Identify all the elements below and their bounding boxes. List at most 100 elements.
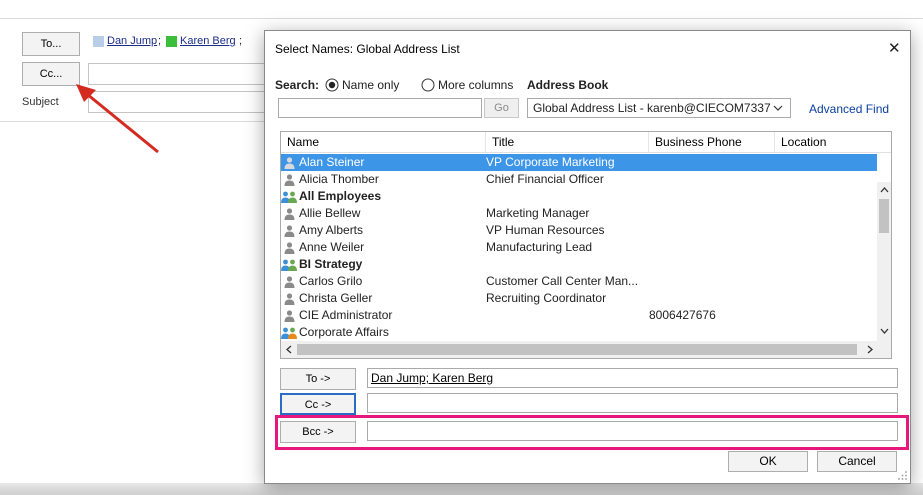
list-row-amy-alberts[interactable]: Amy Alberts VP Human Resources xyxy=(281,222,877,239)
dialog-cc-field[interactable] xyxy=(367,393,898,413)
row-title: Recruiting Coordinator xyxy=(486,291,607,305)
row-name: Alicia Thomber xyxy=(299,172,379,186)
row-name: Corporate Affairs xyxy=(299,325,389,339)
search-label: Search: xyxy=(275,78,320,92)
row-name: Alan Steiner xyxy=(299,155,365,169)
go-button-label: Go xyxy=(494,102,509,114)
list-row-alan-steiner[interactable]: Alan Steiner VP Corporate Marketing xyxy=(281,154,877,171)
list-row-allie-bellew[interactable]: Allie Bellew Marketing Manager xyxy=(281,205,877,222)
recipient-chip-karen[interactable] xyxy=(166,36,177,47)
person-icon xyxy=(284,276,295,288)
row-title: VP Human Resources xyxy=(486,223,605,237)
subject-label: Subject xyxy=(22,96,59,108)
radio-more-columns-label: More columns xyxy=(438,78,514,92)
address-book-label: Address Book xyxy=(527,78,609,92)
row-title: Manufacturing Lead xyxy=(486,240,593,254)
list-row-christa-geller[interactable]: Christa Geller Recruiting Coordinator xyxy=(281,290,877,307)
row-name: CIE Administrator xyxy=(299,308,393,322)
row-title: VP Corporate Marketing xyxy=(486,155,615,169)
bottom-shadow xyxy=(0,483,923,495)
radio-unselected-icon xyxy=(421,78,435,92)
column-header-title[interactable]: Title xyxy=(486,132,649,152)
radio-more-columns[interactable]: More columns xyxy=(421,77,521,93)
row-title: Marketing Manager xyxy=(486,206,590,220)
to-button-label: To... xyxy=(40,38,62,50)
close-icon[interactable]: ✕ xyxy=(888,39,901,57)
person-icon xyxy=(284,208,295,220)
row-name: Allie Bellew xyxy=(299,206,361,220)
person-icon xyxy=(284,225,295,237)
person-icon xyxy=(284,242,295,254)
horizontal-scroll-thumb[interactable] xyxy=(297,344,857,355)
address-book-value: Global Address List - karenb@CIECOM7337 xyxy=(533,101,771,115)
list-row-alicia-thomber[interactable]: Alicia Thomber Chief Financial Officer xyxy=(281,171,877,188)
compose-top-border xyxy=(0,18,923,19)
list-rows: Alan Steiner VP Corporate Marketing Alic… xyxy=(281,154,877,341)
to-field[interactable]: Dan Jump ; Karen Berg ; xyxy=(88,32,268,56)
scroll-left-icon[interactable] xyxy=(285,345,292,354)
column-header-business-phone[interactable]: Business Phone xyxy=(649,132,775,152)
cancel-button-label: Cancel xyxy=(838,454,876,468)
dialog-to-button-label: To -> xyxy=(305,373,331,385)
list-row-cie-administrator[interactable]: CIE Administrator 8006427676 xyxy=(281,307,877,324)
list-row-all-employees[interactable]: All Employees xyxy=(281,188,877,205)
group-orange-icon xyxy=(281,327,297,339)
dialog-to-button[interactable]: To -> xyxy=(280,368,356,390)
recipient-karen-berg[interactable]: Karen Berg xyxy=(180,35,236,47)
person-icon xyxy=(284,310,295,322)
vertical-scrollbar[interactable] xyxy=(877,182,891,341)
dialog-cc-button[interactable]: Cc -> xyxy=(280,393,356,415)
horizontal-scrollbar[interactable] xyxy=(281,341,891,358)
row-name: Anne Weiler xyxy=(299,240,365,254)
dialog-bcc-field[interactable] xyxy=(367,421,898,441)
row-name: BI Strategy xyxy=(299,257,363,271)
to-button[interactable]: To... xyxy=(22,32,80,56)
group-icon xyxy=(281,191,297,203)
row-name: Christa Geller xyxy=(299,291,373,305)
cc-button-label: Cc... xyxy=(39,68,63,80)
row-name: Amy Alberts xyxy=(299,223,364,237)
dialog-to-value[interactable]: Dan Jump; Karen Berg xyxy=(371,371,493,385)
dialog-cc-button-label: Cc -> xyxy=(304,399,332,411)
names-list[interactable]: Name Title Business Phone Location Alan … xyxy=(280,131,892,359)
ok-button-label: OK xyxy=(759,454,777,468)
list-row-anne-weiler[interactable]: Anne Weiler Manufacturing Lead xyxy=(281,239,877,256)
search-input[interactable] xyxy=(278,98,482,118)
list-row-bi-strategy[interactable]: BI Strategy xyxy=(281,256,877,273)
person-icon xyxy=(284,157,295,169)
list-row-carlos-grilo[interactable]: Carlos Grilo Customer Call Center Man... xyxy=(281,273,877,290)
column-header-location[interactable]: Location xyxy=(775,132,891,152)
row-phone: 8006427676 xyxy=(649,308,716,322)
person-icon xyxy=(284,293,295,305)
dialog-title: Select Names: Global Address List xyxy=(275,42,460,56)
scroll-down-icon[interactable] xyxy=(880,328,889,335)
list-row-corporate-affairs[interactable]: Corporate Affairs xyxy=(281,324,877,341)
scroll-right-icon[interactable] xyxy=(867,345,874,354)
ok-button[interactable]: OK xyxy=(728,451,808,472)
dialog-bcc-button[interactable]: Bcc -> xyxy=(280,421,356,443)
cancel-button[interactable]: Cancel xyxy=(817,451,897,472)
resize-grip-icon[interactable] xyxy=(898,471,908,481)
select-names-dialog: Select Names: Global Address List ✕ Sear… xyxy=(264,30,911,484)
vertical-scroll-thumb[interactable] xyxy=(879,199,889,233)
advanced-find-link[interactable]: Advanced Find xyxy=(809,102,889,116)
recipient-chip-dan[interactable] xyxy=(93,36,104,47)
radio-selected-icon xyxy=(325,78,339,92)
row-title: Chief Financial Officer xyxy=(486,172,604,186)
group-icon xyxy=(281,259,297,271)
dialog-to-field[interactable]: Dan Jump; Karen Berg xyxy=(367,368,898,388)
recipient-sep-2: ; xyxy=(239,35,243,47)
recipient-dan-jump[interactable]: Dan Jump xyxy=(107,35,157,47)
scroll-up-icon[interactable] xyxy=(880,186,889,193)
list-header: Name Title Business Phone Location xyxy=(281,132,891,153)
column-header-name[interactable]: Name xyxy=(281,132,486,152)
row-name: All Employees xyxy=(299,189,382,203)
dialog-bcc-button-label: Bcc -> xyxy=(302,426,334,438)
red-arrow-annotation xyxy=(76,84,159,154)
chevron-down-icon xyxy=(773,105,783,111)
address-book-select[interactable]: Global Address List - karenb@CIECOM7337 xyxy=(527,98,791,118)
radio-name-only-label: Name only xyxy=(342,78,400,92)
person-icon xyxy=(284,174,295,186)
go-button[interactable]: Go xyxy=(484,98,519,118)
radio-name-only[interactable]: Name only xyxy=(325,77,415,93)
